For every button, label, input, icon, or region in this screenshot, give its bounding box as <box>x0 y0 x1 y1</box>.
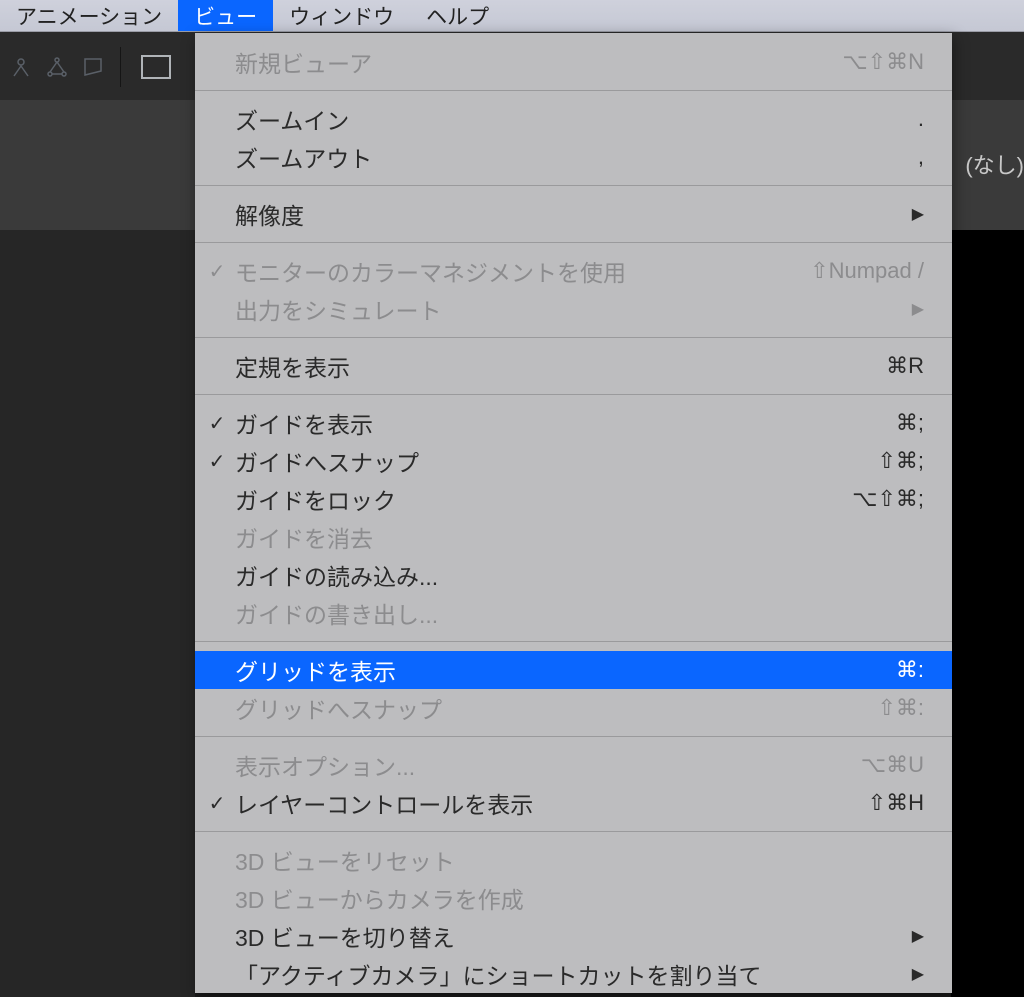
menu-item-label: ガイドの読み込み... <box>235 558 924 592</box>
menu-shortcut: ⇧⌘H <box>868 790 924 816</box>
menu-shortcut: ⌘: <box>896 657 924 683</box>
menu-separator <box>195 337 952 338</box>
menu-shortcut: ⌘R <box>886 353 924 379</box>
menu-separator <box>195 831 952 832</box>
menu-shortcut: , <box>918 144 924 170</box>
menu-item-label: ズームイン <box>235 102 918 136</box>
menu-shortcut: ⌥⇧⌘; <box>852 486 924 512</box>
menu-item-create-camera-3d[interactable]: 3D ビューからカメラを作成 <box>195 879 952 917</box>
toolbar-icon-3[interactable] <box>76 50 110 84</box>
menu-item-color-management[interactable]: ✓ モニターのカラーマネジメントを使用 ⇧Numpad / <box>195 252 952 290</box>
menubar-item-view[interactable]: ビュー <box>178 0 273 31</box>
checkmark-icon: ✓ <box>205 259 229 284</box>
menu-item-label: グリッドへスナップ <box>235 691 877 725</box>
menu-shortcut: ⌘; <box>896 410 924 436</box>
menu-shortcut: ⌥⌘U <box>861 752 924 778</box>
menu-item-snap-grid[interactable]: グリッドへスナップ ⇧⌘: <box>195 689 952 727</box>
menu-item-clear-guides[interactable]: ガイドを消去 <box>195 518 952 556</box>
menu-item-view-options[interactable]: 表示オプション... ⌥⌘U <box>195 746 952 784</box>
menu-item-export-guides[interactable]: ガイドの書き出し... <box>195 594 952 632</box>
menu-item-label: 解像度 <box>235 197 904 231</box>
menu-item-label: ガイドを表示 <box>235 406 896 440</box>
rectangle-tool-icon[interactable] <box>141 55 171 79</box>
status-none-label: (なし) <box>965 148 1024 180</box>
submenu-arrow-icon: ▶ <box>912 926 924 946</box>
menu-shortcut: ⇧⌘: <box>877 695 924 721</box>
toolbar-icon-1[interactable] <box>4 50 38 84</box>
menu-item-label: ガイドへスナップ <box>235 444 877 478</box>
menu-separator <box>195 185 952 186</box>
submenu-arrow-icon: ▶ <box>912 204 924 224</box>
menu-item-label: レイヤーコントロールを表示 <box>235 786 868 820</box>
menu-item-label: 3D ビューからカメラを作成 <box>235 881 924 915</box>
menu-shortcut: . <box>918 106 924 132</box>
menubar-item-window[interactable]: ウィンドウ <box>273 0 410 31</box>
menu-item-reset-3d-view[interactable]: 3D ビューをリセット <box>195 841 952 879</box>
menu-item-label: ガイドをロック <box>235 482 852 516</box>
menu-item-new-viewer[interactable]: 新規ビューア ⌥⇧⌘N <box>195 33 952 81</box>
menu-separator <box>195 394 952 395</box>
menu-item-zoom-out[interactable]: ズームアウト , <box>195 138 952 176</box>
viewport-right <box>951 230 1024 997</box>
menu-item-show-grid[interactable]: グリッドを表示 ⌘: <box>195 651 952 689</box>
menu-item-zoom-in[interactable]: ズームイン . <box>195 100 952 138</box>
menubar-item-help[interactable]: ヘルプ <box>410 0 505 31</box>
menu-item-simulate-output[interactable]: 出力をシミュレート ▶ <box>195 290 952 328</box>
menu-item-import-guides[interactable]: ガイドの読み込み... <box>195 556 952 594</box>
menu-item-resolution[interactable]: 解像度 ▶ <box>195 195 952 233</box>
menu-shortcut: ⌥⇧⌘N <box>842 49 924 75</box>
checkmark-icon: ✓ <box>205 411 229 436</box>
left-panel <box>0 230 195 997</box>
menu-item-snap-guides[interactable]: ✓ ガイドへスナップ ⇧⌘; <box>195 442 952 480</box>
submenu-arrow-icon: ▶ <box>912 299 924 319</box>
menu-item-label: 新規ビューア <box>235 45 842 79</box>
menu-item-label: ズームアウト <box>235 140 918 174</box>
menu-item-label: 「アクティブカメラ」にショートカットを割り当て <box>235 957 904 991</box>
checkmark-icon: ✓ <box>205 449 229 474</box>
menu-item-lock-guides[interactable]: ガイドをロック ⌥⇧⌘; <box>195 480 952 518</box>
menu-item-label: 出力をシミュレート <box>235 292 904 326</box>
menu-item-label: ガイドの書き出し... <box>235 596 924 630</box>
menu-shortcut: ⇧⌘; <box>877 448 924 474</box>
menu-separator <box>195 90 952 91</box>
menu-separator <box>195 641 952 642</box>
submenu-arrow-icon: ▶ <box>912 964 924 984</box>
checkmark-icon: ✓ <box>205 791 229 816</box>
toolbar-icon-2[interactable] <box>40 50 74 84</box>
menu-item-label: モニターのカラーマネジメントを使用 <box>235 254 810 288</box>
menu-item-switch-3d-view[interactable]: 3D ビューを切り替え ▶ <box>195 917 952 955</box>
menu-shortcut: ⇧Numpad / <box>810 258 924 284</box>
menu-item-label: グリッドを表示 <box>235 653 896 687</box>
menu-item-label: 3D ビューをリセット <box>235 843 924 877</box>
menu-separator <box>195 242 952 243</box>
toolbar-divider <box>120 47 121 87</box>
menu-item-assign-shortcut-active-camera[interactable]: 「アクティブカメラ」にショートカットを割り当て ▶ <box>195 955 952 993</box>
menu-item-label: 定規を表示 <box>235 349 886 383</box>
menu-item-label: 表示オプション... <box>235 748 861 782</box>
menubar: アニメーション ビュー ウィンドウ ヘルプ <box>0 0 1024 32</box>
view-menu-dropdown: 新規ビューア ⌥⇧⌘N ズームイン . ズームアウト , 解像度 ▶ ✓ モニタ… <box>195 33 952 993</box>
menu-item-show-rulers[interactable]: 定規を表示 ⌘R <box>195 347 952 385</box>
menu-item-show-guides[interactable]: ✓ ガイドを表示 ⌘; <box>195 404 952 442</box>
menu-item-show-layer-controls[interactable]: ✓ レイヤーコントロールを表示 ⇧⌘H <box>195 784 952 822</box>
menu-separator <box>195 736 952 737</box>
menu-item-label: 3D ビューを切り替え <box>235 919 904 953</box>
menubar-item-animation[interactable]: アニメーション <box>0 0 178 31</box>
menu-item-label: ガイドを消去 <box>235 520 924 554</box>
